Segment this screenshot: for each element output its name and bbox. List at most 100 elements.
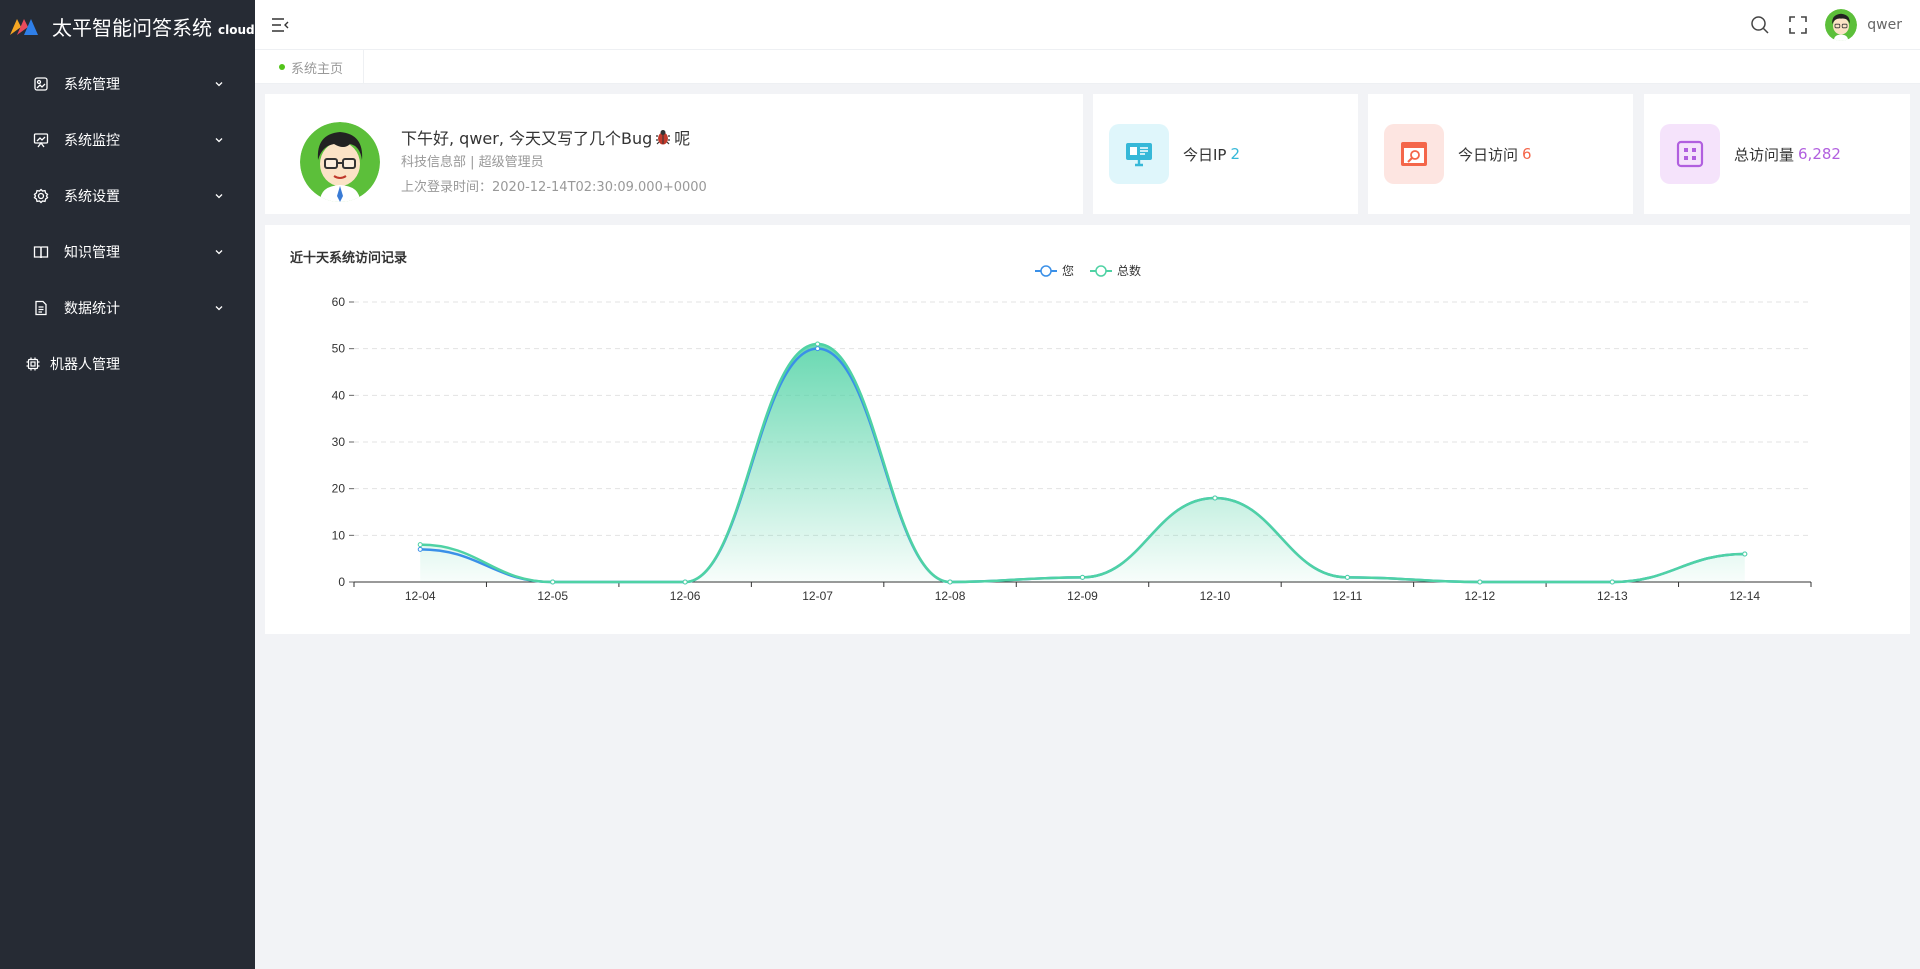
data-point-total: [1080, 574, 1085, 580]
app-title: 太平智能问答系统: [52, 15, 212, 40]
app-subtitle: cloud: [218, 23, 255, 37]
chevron-down-icon: [215, 306, 223, 311]
chevron-down-icon: [215, 138, 223, 143]
user-avatar: [300, 122, 380, 202]
system-manage-icon: [32, 75, 50, 93]
last-login-time: 2020-12-14T02:30:09.000+0000: [492, 180, 707, 195]
tabs-bar: 系统主页: [255, 50, 1920, 84]
last-login-label: 上次登录时间：: [401, 180, 493, 195]
greeting-main: 下午好, qwer, 今天又写了几个Bug: [401, 129, 653, 148]
data-point-total: [1609, 579, 1615, 585]
data-point-total: [947, 579, 953, 585]
legend-label: 总数: [1117, 263, 1141, 278]
logo-icon: [10, 19, 38, 35]
x-tick-label: 12-05: [537, 589, 568, 603]
brand[interactable]: 太平智能问答系统 cloud: [0, 0, 255, 52]
sidebar-item-data-stats[interactable]: 数据统计: [0, 280, 255, 336]
sidebar-item-system-settings[interactable]: 系统设置: [0, 168, 255, 224]
y-tick-label: 30: [332, 435, 346, 449]
stat-value: 6,282: [1798, 145, 1841, 163]
data-point-total: [682, 579, 688, 585]
data-point-you: [815, 346, 821, 352]
visit-chart: 0 10 20 30 40 50 60 12-04 12-05 12-06 12-07 12-08 12…: [332, 263, 1812, 603]
avatar[interactable]: [1825, 9, 1858, 41]
department-role: 科技信息部 | 超级管理员: [401, 155, 544, 170]
y-tick-label: 60: [332, 295, 346, 309]
sidebar-item-robot[interactable]: 机器人管理: [0, 336, 255, 392]
topbar: qwer: [255, 0, 1920, 50]
menu-fold-icon[interactable]: [271, 16, 289, 34]
sidebar-item-knowledge[interactable]: 知识管理: [0, 224, 255, 280]
chevron-down-icon: [215, 250, 223, 255]
stat-card-today-visits: 今日访问 6: [1368, 94, 1633, 214]
welcome-card: 下午好, qwer, 今天又写了几个Bug 呢 科技信息部 | 超级管理员 上次…: [265, 94, 1083, 214]
legend-label: 您: [1062, 263, 1074, 278]
stat-card-total-visits: 总访问量 6,282: [1644, 94, 1910, 214]
x-tick-label: 12-13: [1597, 589, 1628, 603]
x-tick-label: 12-11: [1333, 589, 1363, 603]
grid-icon: [1660, 124, 1720, 184]
series-line-you: [420, 347, 1745, 584]
stat-label: 今日访问: [1458, 145, 1519, 164]
chevron-down-icon: [215, 194, 223, 199]
x-tick-label: 12-04: [405, 589, 436, 603]
sidebar-item-label: 机器人管理: [50, 357, 120, 373]
sidebar-item-label: 系统监控: [64, 133, 120, 149]
data-point-total: [1742, 551, 1748, 557]
series-area-total: [420, 344, 1745, 582]
sidebar-item-label: 系统设置: [64, 189, 120, 205]
sidebar-item-label: 系统管理: [64, 77, 120, 93]
data-point-total: [1477, 579, 1483, 585]
data-point-total: [417, 542, 423, 548]
data-point-total: [815, 341, 821, 347]
data-point-total: [1344, 574, 1350, 580]
x-tick-label: 12-07: [802, 589, 833, 603]
tab-label: 系统主页: [291, 61, 344, 77]
x-tick-label: 12-10: [1200, 589, 1231, 603]
x-tick-label: 12-08: [935, 589, 966, 603]
bug-icon: [656, 130, 671, 145]
sidebar-item-label: 数据统计: [64, 301, 120, 317]
stat-label: 总访问量: [1734, 145, 1795, 164]
x-tick-label: 12-09: [1067, 589, 1098, 603]
data-point-total: [1212, 495, 1218, 501]
stat-value: 2: [1230, 145, 1241, 163]
greeting-text: 下午好, qwer, 今天又写了几个Bug 呢: [401, 125, 690, 149]
y-tick-label: 10: [332, 528, 346, 542]
greeting-suffix: 呢: [674, 129, 691, 148]
sidebar-item-label: 知识管理: [64, 245, 120, 261]
username[interactable]: qwer: [1867, 17, 1902, 33]
monitor-screen-icon: [1109, 124, 1169, 184]
stat-label: 今日IP: [1183, 145, 1227, 164]
browser-icon: [1384, 124, 1444, 184]
x-tick-label: 12-06: [670, 589, 701, 603]
sidebar-item-system-monitor[interactable]: 系统监控: [0, 112, 255, 168]
document-icon: [32, 299, 50, 317]
search-icon[interactable]: [1749, 14, 1771, 36]
x-tick-label: 12-12: [1465, 589, 1496, 603]
fullscreen-icon[interactable]: [1787, 14, 1809, 36]
last-login: 上次登录时间：2020-12-14T02:30:09.000+0000: [401, 176, 707, 195]
y-tick-label: 50: [332, 342, 346, 356]
legend-marker: [1095, 265, 1107, 277]
robot-icon: [24, 355, 42, 373]
book-icon: [32, 243, 50, 261]
data-point-total: [550, 579, 556, 585]
y-tick-label: 0: [338, 575, 345, 589]
sidebar-item-system-manage[interactable]: 系统管理: [0, 56, 255, 112]
tab-home[interactable]: 系统主页: [261, 50, 365, 84]
y-tick-label: 20: [332, 482, 346, 496]
settings-icon: [32, 187, 50, 205]
topbar-actions: qwer: [1749, 0, 1902, 50]
sidebar: 太平智能问答系统 cloud 系统管理 系统监控 系统设置 知识管理 数据统计 …: [0, 0, 255, 969]
y-tick-label: 40: [332, 388, 346, 402]
active-dot: [279, 64, 285, 70]
monitor-icon: [32, 131, 50, 149]
legend-marker: [1040, 265, 1052, 277]
x-tick-label: 12-14: [1729, 589, 1760, 603]
chart-card: 近十天系统访问记录 0 10 20 30 40 50 60 12-04 12-05 12-06 12…: [265, 225, 1910, 634]
stat-card-today-ip: 今日IP 2: [1093, 94, 1358, 214]
data-point-you: [417, 546, 423, 552]
series-line-total: [420, 342, 1745, 584]
chevron-down-icon: [215, 82, 223, 87]
